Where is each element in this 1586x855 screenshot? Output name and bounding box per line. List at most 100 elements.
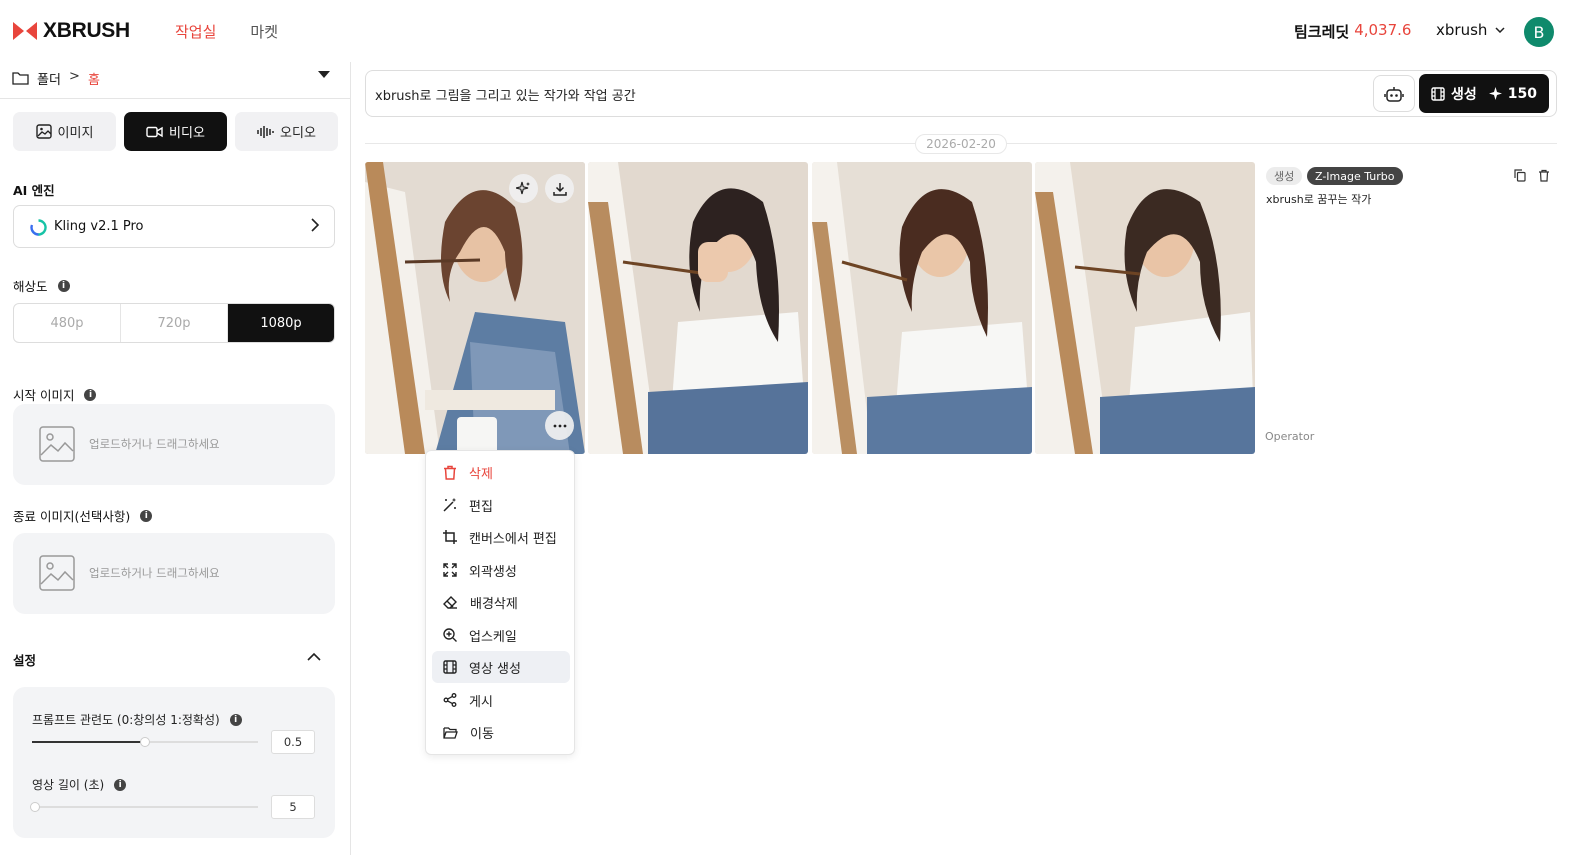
- nav-workroom[interactable]: 작업실: [175, 21, 216, 42]
- menu-item-move[interactable]: 이동: [432, 716, 570, 748]
- resolution-720p[interactable]: 720p: [121, 304, 228, 342]
- nav-market[interactable]: 마켓: [250, 21, 278, 42]
- share-icon: [443, 693, 457, 707]
- download-button[interactable]: [545, 174, 574, 203]
- top-header: XBRUSH 작업실 마켓 팀크레딧 4,037.6 xbrush B: [0, 0, 1586, 62]
- prompt-relevance-slider[interactable]: [32, 737, 258, 747]
- tab-audio[interactable]: 오디오: [235, 112, 338, 151]
- resolution-label: 해상도: [13, 279, 48, 294]
- start-image-dropzone[interactable]: 업로드하거나 드래그하세요: [13, 404, 335, 485]
- download-icon: [552, 182, 567, 196]
- magic-wand-icon: [443, 498, 456, 512]
- slider-fill: [32, 741, 145, 743]
- copy-icon[interactable]: [1514, 169, 1526, 182]
- resolution-heading: 해상도 i: [13, 276, 70, 295]
- painter-image: [588, 162, 808, 454]
- result-image-4[interactable]: [1035, 162, 1255, 454]
- brand-logo[interactable]: XBRUSH: [13, 19, 130, 43]
- menu-item-delete[interactable]: 삭제: [432, 456, 570, 488]
- menu-item-publish[interactable]: 게시: [432, 684, 570, 716]
- slider-handle[interactable]: [140, 737, 150, 747]
- painter-image: [812, 162, 1032, 454]
- info-icon[interactable]: i: [140, 509, 153, 522]
- menu-item-label: 캔버스에서 편집: [469, 531, 557, 547]
- menu-item-remove-background[interactable]: 배경삭제: [432, 586, 570, 618]
- chevron-up-icon[interactable]: [307, 652, 321, 661]
- breadcrumb-home[interactable]: 홈: [88, 69, 100, 88]
- menu-item-canvas-edit[interactable]: 캔버스에서 편집: [432, 521, 570, 553]
- folder-label[interactable]: 폴더: [37, 69, 61, 88]
- tab-video[interactable]: 비디오: [124, 112, 227, 151]
- generate-label: 생성: [1451, 86, 1477, 103]
- chevron-down-icon: [1495, 27, 1505, 33]
- generate-button[interactable]: 생성 150: [1419, 74, 1549, 113]
- ai-assistant-button[interactable]: [1373, 75, 1415, 112]
- end-image-label: 종료 이미지(선택사항): [13, 509, 131, 524]
- more-options-button[interactable]: [545, 411, 574, 440]
- info-icon[interactable]: i: [57, 279, 70, 292]
- end-image-dropzone[interactable]: 업로드하거나 드래그하세요: [13, 533, 335, 614]
- slider-handle[interactable]: [30, 802, 40, 812]
- xbrush-logo-icon: [13, 22, 37, 40]
- menu-item-upscale[interactable]: 업스케일: [432, 619, 570, 651]
- breadcrumb-separator: >: [69, 69, 80, 84]
- sparkle-icon: [1488, 87, 1502, 100]
- ai-enhance-button[interactable]: [509, 174, 538, 203]
- folder-breadcrumb: 폴더 > 홈: [0, 62, 350, 99]
- menu-item-label: 게시: [469, 694, 493, 710]
- main-nav: 작업실 마켓: [175, 21, 278, 42]
- trash-icon: [444, 465, 456, 480]
- menu-item-outpaint[interactable]: 외곽생성: [432, 554, 570, 586]
- avatar[interactable]: B: [1524, 17, 1554, 47]
- film-icon: [443, 660, 457, 674]
- menu-item-label: 이동: [470, 726, 494, 742]
- prompt-relevance-value[interactable]: 0.5: [271, 730, 315, 754]
- trash-icon[interactable]: [1538, 169, 1550, 182]
- tab-image[interactable]: 이미지: [13, 112, 116, 151]
- video-length-slider[interactable]: [30, 802, 258, 812]
- result-image-3[interactable]: [812, 162, 1032, 454]
- resolution-1080p[interactable]: 1080p: [228, 304, 334, 342]
- generate-cost: 150: [1507, 85, 1537, 102]
- menu-item-edit[interactable]: 편집: [432, 489, 570, 521]
- result-image-1[interactable]: [365, 162, 585, 454]
- result-image-2[interactable]: [588, 162, 808, 454]
- upload-hint: 업로드하거나 드래그하세요: [89, 566, 220, 580]
- operator-label: Operator: [1265, 430, 1315, 443]
- tab-image-label: 이미지: [57, 126, 94, 141]
- menu-item-label: 외곽생성: [469, 564, 517, 580]
- prompt-relevance-heading: 프롬프트 관련도 (0:창의성 1:정확성) i: [32, 711, 242, 728]
- brand-name: XBRUSH: [43, 19, 130, 42]
- video-length-value[interactable]: 5: [271, 795, 315, 819]
- settings-title[interactable]: 설정: [13, 650, 36, 669]
- tag-generate: 생성: [1266, 167, 1303, 185]
- ai-engine-selector[interactable]: Kling v2.1 Pro: [13, 205, 335, 248]
- menu-item-label: 영상 생성: [469, 661, 521, 677]
- resolution-480p[interactable]: 480p: [14, 304, 121, 342]
- more-horizontal-icon: [553, 424, 566, 427]
- info-icon[interactable]: i: [84, 388, 97, 401]
- info-icon[interactable]: i: [114, 778, 127, 791]
- menu-item-generate-video[interactable]: 영상 생성: [432, 651, 570, 683]
- context-menu: 삭제 편집 캔버스에서 편집 외곽생성 배경삭제 업스케일 영상 생성 게시 이…: [425, 450, 575, 755]
- robot-icon: [1384, 86, 1404, 102]
- ai-engine-value: Kling v2.1 Pro: [54, 219, 144, 234]
- menu-item-label: 삭제: [469, 466, 493, 482]
- start-image-heading: 시작 이미지 i: [13, 385, 97, 404]
- username: xbrush: [1436, 21, 1488, 39]
- team-credit-value: 4,037.6: [1354, 21, 1412, 39]
- folder-icon: [12, 72, 29, 85]
- video-length-label: 영상 길이 (초): [32, 778, 105, 792]
- user-menu[interactable]: xbrush: [1436, 21, 1505, 39]
- menu-item-label: 업스케일: [469, 629, 517, 645]
- image-description: xbrush로 꿈꾸는 작가: [1266, 193, 1372, 206]
- crop-icon: [443, 530, 457, 544]
- ai-engine-label: AI 엔진: [13, 183, 55, 198]
- tab-audio-label: 오디오: [280, 126, 316, 141]
- sidebar: 폴더 > 홈 이미지 비디오 오디오 AI 엔진 Kling v2.1 Pro …: [0, 62, 351, 855]
- prompt-input[interactable]: xbrush로 그림을 그리고 있는 작가와 작업 공간: [375, 85, 636, 104]
- end-image-heading: 종료 이미지(선택사항) i: [13, 506, 153, 525]
- info-icon[interactable]: i: [229, 713, 242, 726]
- folder-open-icon: [443, 726, 458, 739]
- folder-dropdown-icon[interactable]: [318, 71, 330, 79]
